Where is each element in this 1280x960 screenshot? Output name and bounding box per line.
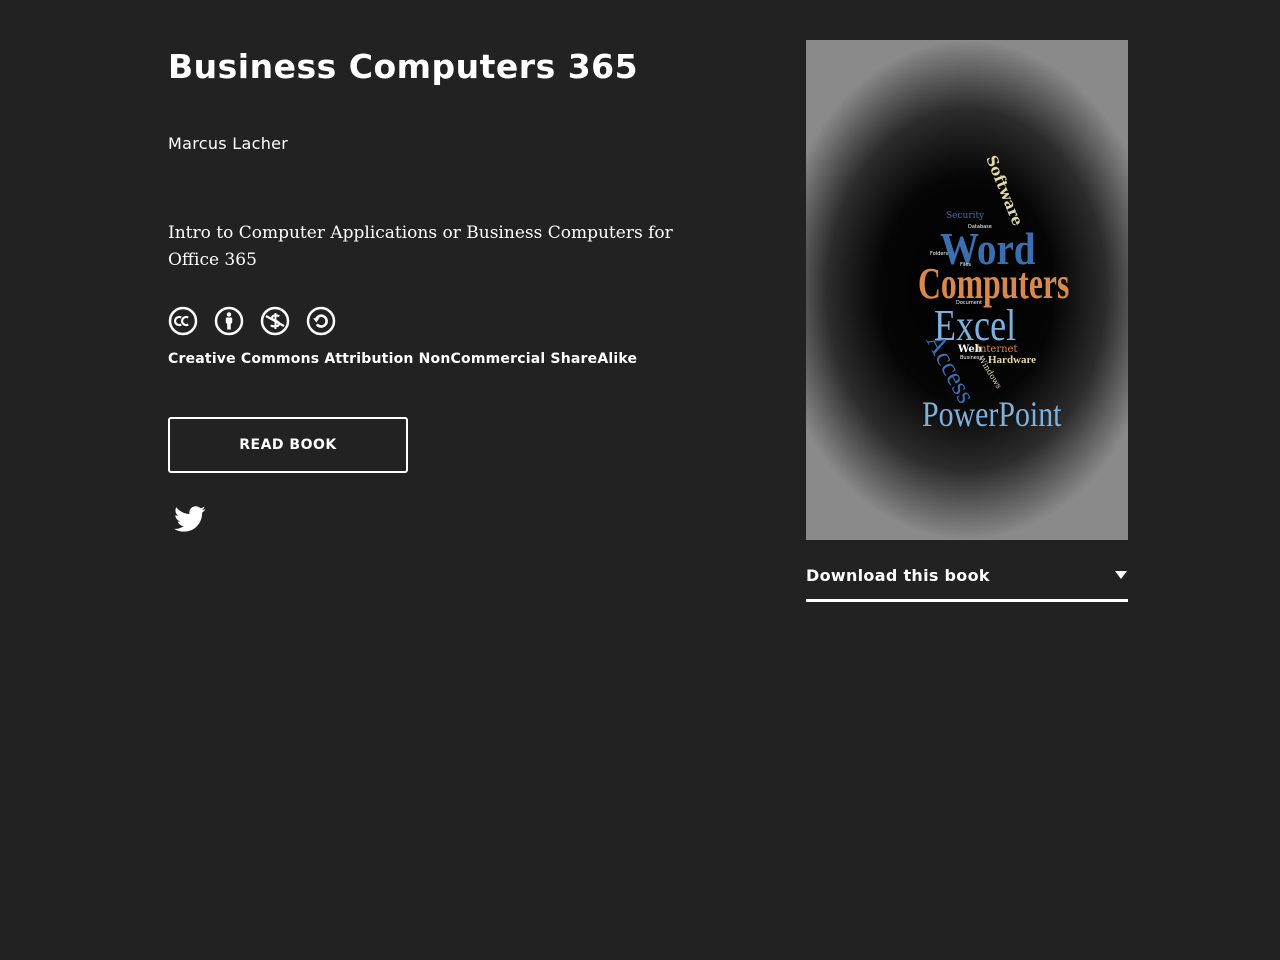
- attribution-icon: [214, 306, 244, 336]
- book-detail-page: Business Computers 365 Marcus Lacher Int…: [0, 0, 1280, 960]
- license-icons: [168, 306, 728, 336]
- read-book-button[interactable]: READ BOOK: [168, 417, 408, 473]
- book-title: Business Computers 365: [168, 47, 639, 86]
- license-label: Creative Commons Attribution NonCommerci…: [168, 351, 638, 367]
- cover-word: Hardware: [988, 354, 1036, 366]
- book-cover-image: Software Security Database Word Folders …: [806, 40, 1128, 540]
- book-author[interactable]: Marcus Lacher: [168, 132, 728, 156]
- download-label: Download this book: [806, 566, 990, 585]
- book-sidebar: Software Security Database Word Folders …: [806, 40, 1128, 602]
- cover-word-cloud: Software Security Database Word Folders …: [918, 153, 1069, 435]
- book-info: Business Computers 365 Marcus Lacher Int…: [168, 40, 728, 535]
- book-description: Intro to Computer Applications or Busine…: [168, 223, 673, 270]
- caret-down-icon: [1115, 571, 1127, 579]
- cover-word: Folders: [930, 251, 948, 257]
- cover-word: Security: [946, 211, 985, 221]
- twitter-icon[interactable]: [174, 503, 206, 535]
- sharealike-icon: [306, 306, 336, 336]
- cc-icon: [168, 306, 198, 336]
- cover-word: PowerPoint: [922, 396, 1061, 435]
- noncommercial-icon: [260, 306, 290, 336]
- download-book-dropdown[interactable]: Download this book: [806, 560, 1128, 602]
- cover-word: Software: [982, 153, 1027, 229]
